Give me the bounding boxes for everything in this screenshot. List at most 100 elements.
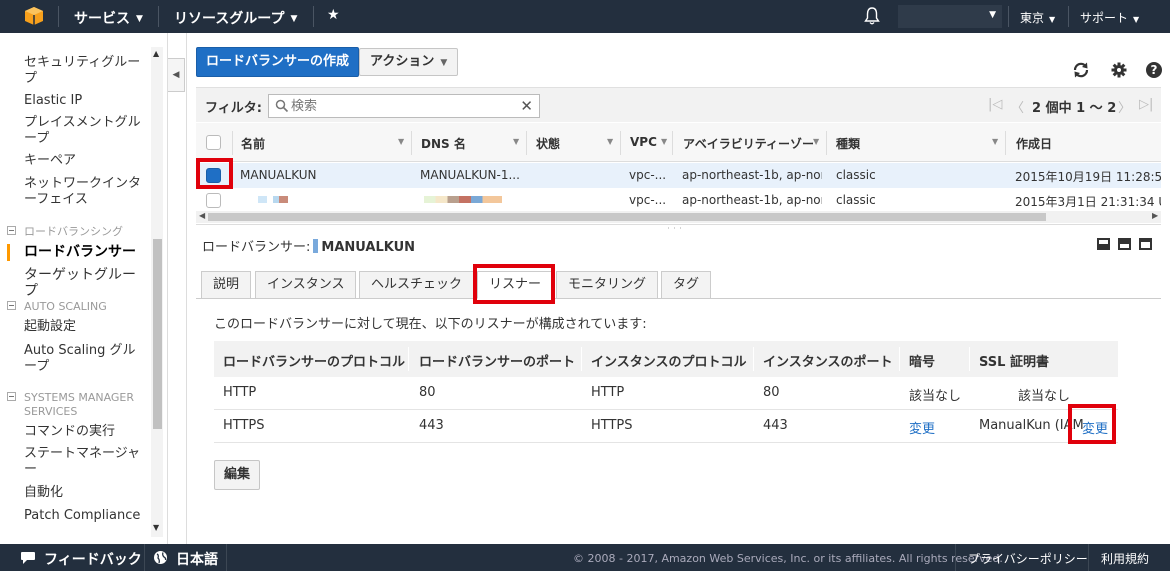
column-header-az[interactable]: アベイラビリティーゾー (683, 135, 814, 152)
sidebar-item-auto-scaling-groups[interactable]: Auto Scaling グループ (24, 343, 142, 375)
refresh-icon[interactable] (1072, 61, 1090, 79)
lb-az: ap-northeast-1b, ap-nor... (682, 168, 822, 182)
listener-lb-port: 443 (419, 418, 444, 433)
sidebar-item-automation[interactable]: 自動化 (24, 485, 142, 501)
scroll-right-icon[interactable]: ▶ (1152, 211, 1158, 220)
tab-instances[interactable]: インスタンス (255, 271, 357, 299)
sidebar-item-run-command[interactable]: コマンドの実行 (24, 424, 142, 440)
help-icon[interactable]: ? (1146, 62, 1162, 78)
table-row[interactable]: vpc-... ap-northeast-1b, ap-nor... class… (196, 188, 1161, 213)
gear-icon[interactable] (1110, 61, 1128, 79)
column-header-created[interactable]: 作成日 (1016, 135, 1052, 152)
column-header-state[interactable]: 状態 (536, 135, 560, 152)
layout-split-icon[interactable] (1118, 238, 1131, 250)
sort-icon[interactable]: ▼ (607, 137, 613, 146)
tab-health-check[interactable]: ヘルスチェック (359, 271, 475, 299)
sidebar-item-elastic-ip[interactable]: Elastic IP (24, 93, 142, 109)
scroll-up-icon[interactable]: ▲ (153, 49, 159, 58)
table-row[interactable]: MANUALKUN MANUALKUN-1... vpc-... ap-nort… (196, 163, 1161, 188)
detail-title-prefix: ロードバランサー: (202, 240, 311, 255)
sidebar-item-patch-compliance[interactable]: Patch Compliance (24, 508, 142, 524)
region-menu[interactable]: 東京 ▼ (1020, 9, 1055, 26)
collapse-sidebar-button[interactable]: ◀ (168, 58, 185, 92)
sidebar-item-security-groups[interactable]: セキュリティグループ (24, 55, 142, 87)
layout-bottom-icon[interactable] (1097, 238, 1110, 250)
feedback-button[interactable]: フィードバック (44, 549, 142, 569)
section-label: SYSTEMS MANAGER SERVICES (24, 391, 135, 418)
resize-handle[interactable]: ˙˙˙ (666, 227, 684, 238)
sidebar-section-load-balancing[interactable]: ロードバランシング (7, 225, 144, 239)
sort-icon[interactable]: ▼ (513, 137, 519, 146)
change-cipher-link[interactable]: 変更 (909, 418, 935, 437)
pin-icon[interactable]: ★ (327, 7, 340, 23)
sidebar: セキュリティグループ Elastic IP プレイスメントグループ キーペア ネ… (0, 33, 168, 544)
sidebar-section-auto-scaling[interactable]: AUTO SCALING (7, 300, 144, 314)
select-all-checkbox[interactable] (206, 135, 221, 150)
bell-icon[interactable] (864, 6, 880, 26)
tab-description[interactable]: 説明 (201, 271, 252, 299)
edit-button[interactable]: 編集 (214, 460, 261, 490)
scrollbar-thumb[interactable] (153, 239, 162, 429)
sidebar-item-key-pairs[interactable]: キーペア (24, 153, 142, 169)
filter-bar: フィルタ: ✕ |◁ 〈 2 個中 1 ～ 2 〉 ▷| (196, 87, 1161, 122)
collapse-icon (7, 301, 16, 310)
sidebar-item-state-manager[interactable]: ステートマネージャー (24, 446, 142, 478)
listener-lb-protocol: HTTP (223, 385, 257, 400)
lb-dns: MANUALKUN-1... (420, 168, 520, 182)
column-header-dns[interactable]: DNS 名 (421, 135, 466, 152)
sort-icon[interactable]: ▼ (398, 137, 404, 146)
row-checkbox[interactable] (206, 193, 221, 208)
sort-icon[interactable]: ▼ (992, 137, 998, 146)
column-header-instance-port: インスタンスのポート (763, 355, 893, 370)
column-header-vpc[interactable]: VPC (630, 135, 657, 149)
support-menu[interactable]: サポート ▼ (1080, 9, 1139, 26)
first-page-icon[interactable]: |◁ (988, 97, 1002, 112)
footer: フィードバック 日本語 © 2008 - 2017, Amazon Web Se… (0, 544, 1170, 571)
aws-logo-icon[interactable] (24, 6, 44, 26)
column-header-lb-port: ロードバランサーのポート (419, 355, 576, 370)
scrollbar-thumb[interactable] (208, 213, 1046, 221)
table-row: HTTP 80 HTTP 80 該当なし 該当なし (214, 377, 1118, 410)
last-page-icon[interactable]: ▷| (1139, 97, 1153, 112)
actions-button[interactable]: アクション ▼ (359, 48, 459, 76)
column-header-type[interactable]: 種類 (836, 135, 860, 152)
services-menu[interactable]: サービス ▼ (74, 8, 143, 28)
sidebar-section-systems-manager[interactable]: SYSTEMS MANAGER SERVICES (7, 391, 144, 419)
section-label: AUTO SCALING (24, 300, 107, 313)
resource-groups-menu[interactable]: リソースグループ ▼ (174, 8, 297, 28)
sidebar-item-load-balancers[interactable]: ロードバランサー (7, 244, 142, 261)
sidebar-item-launch-configurations[interactable]: 起動設定 (24, 319, 142, 335)
sidebar-item-network-interfaces[interactable]: ネットワークインターフェイス (24, 176, 142, 208)
create-load-balancer-button[interactable]: ロードバランサーの作成 (196, 47, 360, 77)
sidebar-item-placement-groups[interactable]: プレイスメントグループ (24, 115, 142, 147)
sort-icon[interactable]: ▼ (661, 137, 667, 146)
feedback-icon (21, 552, 35, 564)
sort-icon[interactable]: ▼ (813, 137, 819, 146)
account-menu[interactable]: ▼ (898, 5, 1002, 28)
redacted-name (258, 196, 288, 203)
scroll-down-icon[interactable]: ▼ (153, 523, 159, 532)
scroll-left-icon[interactable]: ◀ (199, 211, 205, 220)
tab-monitoring[interactable]: モニタリング (556, 271, 659, 299)
column-header-lb-protocol: ロードバランサーのプロトコル (223, 355, 406, 370)
chevron-left-icon: ◀ (172, 70, 180, 80)
chevron-down-icon: ▼ (1049, 15, 1056, 24)
language-selector[interactable]: 日本語 (176, 549, 218, 569)
sidebar-item-target-groups[interactable]: ターゲットグループ (24, 267, 142, 299)
table-horizontal-scrollbar[interactable]: ◀ ▶ (196, 211, 1161, 223)
search-box[interactable]: ✕ (268, 94, 540, 118)
tab-tags[interactable]: タグ (661, 271, 712, 299)
privacy-policy-link[interactable]: プライバシーポリシー (968, 550, 1088, 567)
search-icon (275, 99, 289, 113)
top-nav: サービス ▼ リソースグループ ▼ ★ ▼ 東京 ▼ サポート ▼ (0, 0, 1170, 33)
search-input[interactable] (291, 97, 511, 115)
next-page-icon[interactable]: 〉 (1118, 97, 1131, 116)
layout-full-icon[interactable] (1139, 238, 1152, 250)
footer-divider (955, 544, 956, 571)
prev-page-icon[interactable]: 〈 (1011, 97, 1024, 116)
column-header-name[interactable]: 名前 (241, 135, 265, 152)
sidebar-scrollbar[interactable]: ▲ ▼ (151, 47, 163, 537)
terms-link[interactable]: 利用規約 (1101, 550, 1149, 567)
listener-lb-protocol: HTTPS (223, 418, 265, 433)
clear-icon[interactable]: ✕ (520, 97, 533, 115)
